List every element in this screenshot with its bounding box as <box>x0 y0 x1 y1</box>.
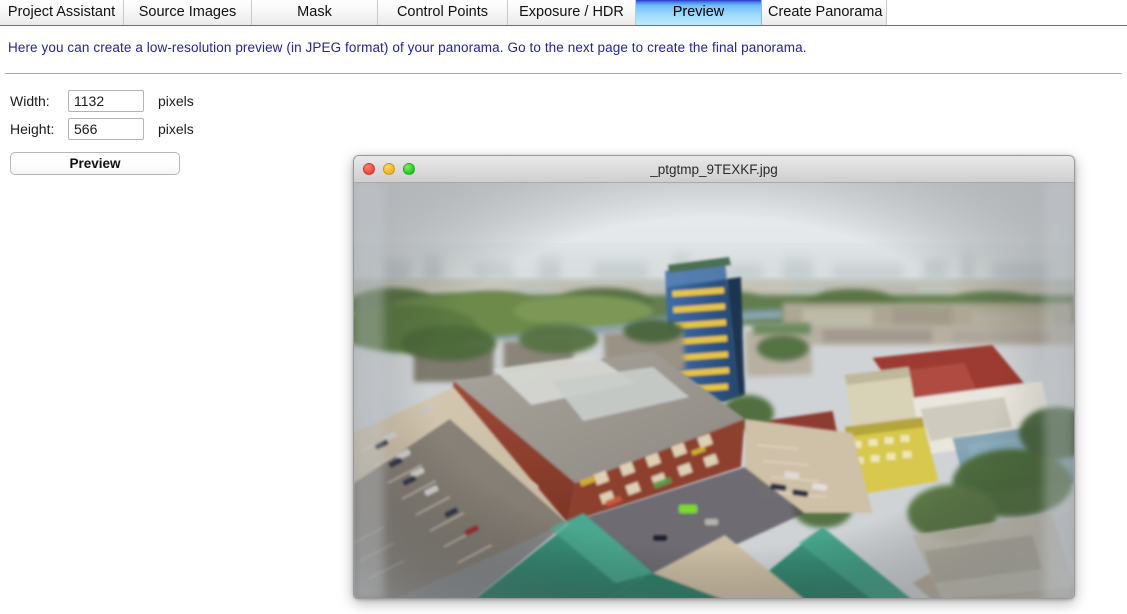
tab-create-panorama[interactable]: Create Panorama <box>762 0 887 25</box>
minimize-icon[interactable] <box>383 163 395 175</box>
tab-label: Project Assistant <box>7 4 116 20</box>
height-row: Height: pixels <box>10 116 270 142</box>
tab-project-assistant[interactable]: Project Assistant <box>0 0 124 25</box>
zoom-icon[interactable] <box>403 163 415 175</box>
width-row: Width: pixels <box>10 88 270 114</box>
tab-label: Exposure / HDR <box>519 4 624 20</box>
window-title: _ptgtmp_9TEXKF.jpg <box>650 161 778 177</box>
panorama-rendering <box>354 183 1074 598</box>
instruction-text: Here you can create a low-resolution pre… <box>8 40 807 55</box>
preview-settings-form: Width: pixels Height: pixels Preview <box>10 88 270 175</box>
width-input[interactable] <box>68 90 144 112</box>
tab-source-images[interactable]: Source Images <box>124 0 252 25</box>
width-label: Width: <box>10 93 50 109</box>
height-unit-label: pixels <box>158 121 194 137</box>
tab-label: Source Images <box>138 4 237 20</box>
tab-label: Mask <box>297 4 332 20</box>
close-icon[interactable] <box>363 163 375 175</box>
tab-exposure-hdr[interactable]: Exposure / HDR <box>508 0 636 25</box>
width-unit-label: pixels <box>158 93 194 109</box>
tab-label: Create Panorama <box>768 4 883 20</box>
tab-label: Control Points <box>396 4 489 20</box>
height-label: Height: <box>10 121 55 137</box>
preview-button[interactable]: Preview <box>10 152 180 175</box>
tab-bar: Project Assistant Source Images Mask Con… <box>0 0 1127 26</box>
traffic-light-group <box>363 163 415 175</box>
preview-image-window[interactable]: _ptgtmp_9TEXKF.jpg <box>353 155 1075 599</box>
tab-label: Preview <box>672 4 725 20</box>
panorama-image <box>354 183 1074 598</box>
tab-preview[interactable]: Preview <box>636 0 762 25</box>
section-divider <box>5 73 1122 74</box>
window-titlebar[interactable]: _ptgtmp_9TEXKF.jpg <box>354 156 1074 183</box>
height-input[interactable] <box>68 118 144 140</box>
tab-bar-filler <box>887 0 1127 25</box>
tab-control-points[interactable]: Control Points <box>378 0 508 25</box>
tab-mask[interactable]: Mask <box>252 0 378 25</box>
